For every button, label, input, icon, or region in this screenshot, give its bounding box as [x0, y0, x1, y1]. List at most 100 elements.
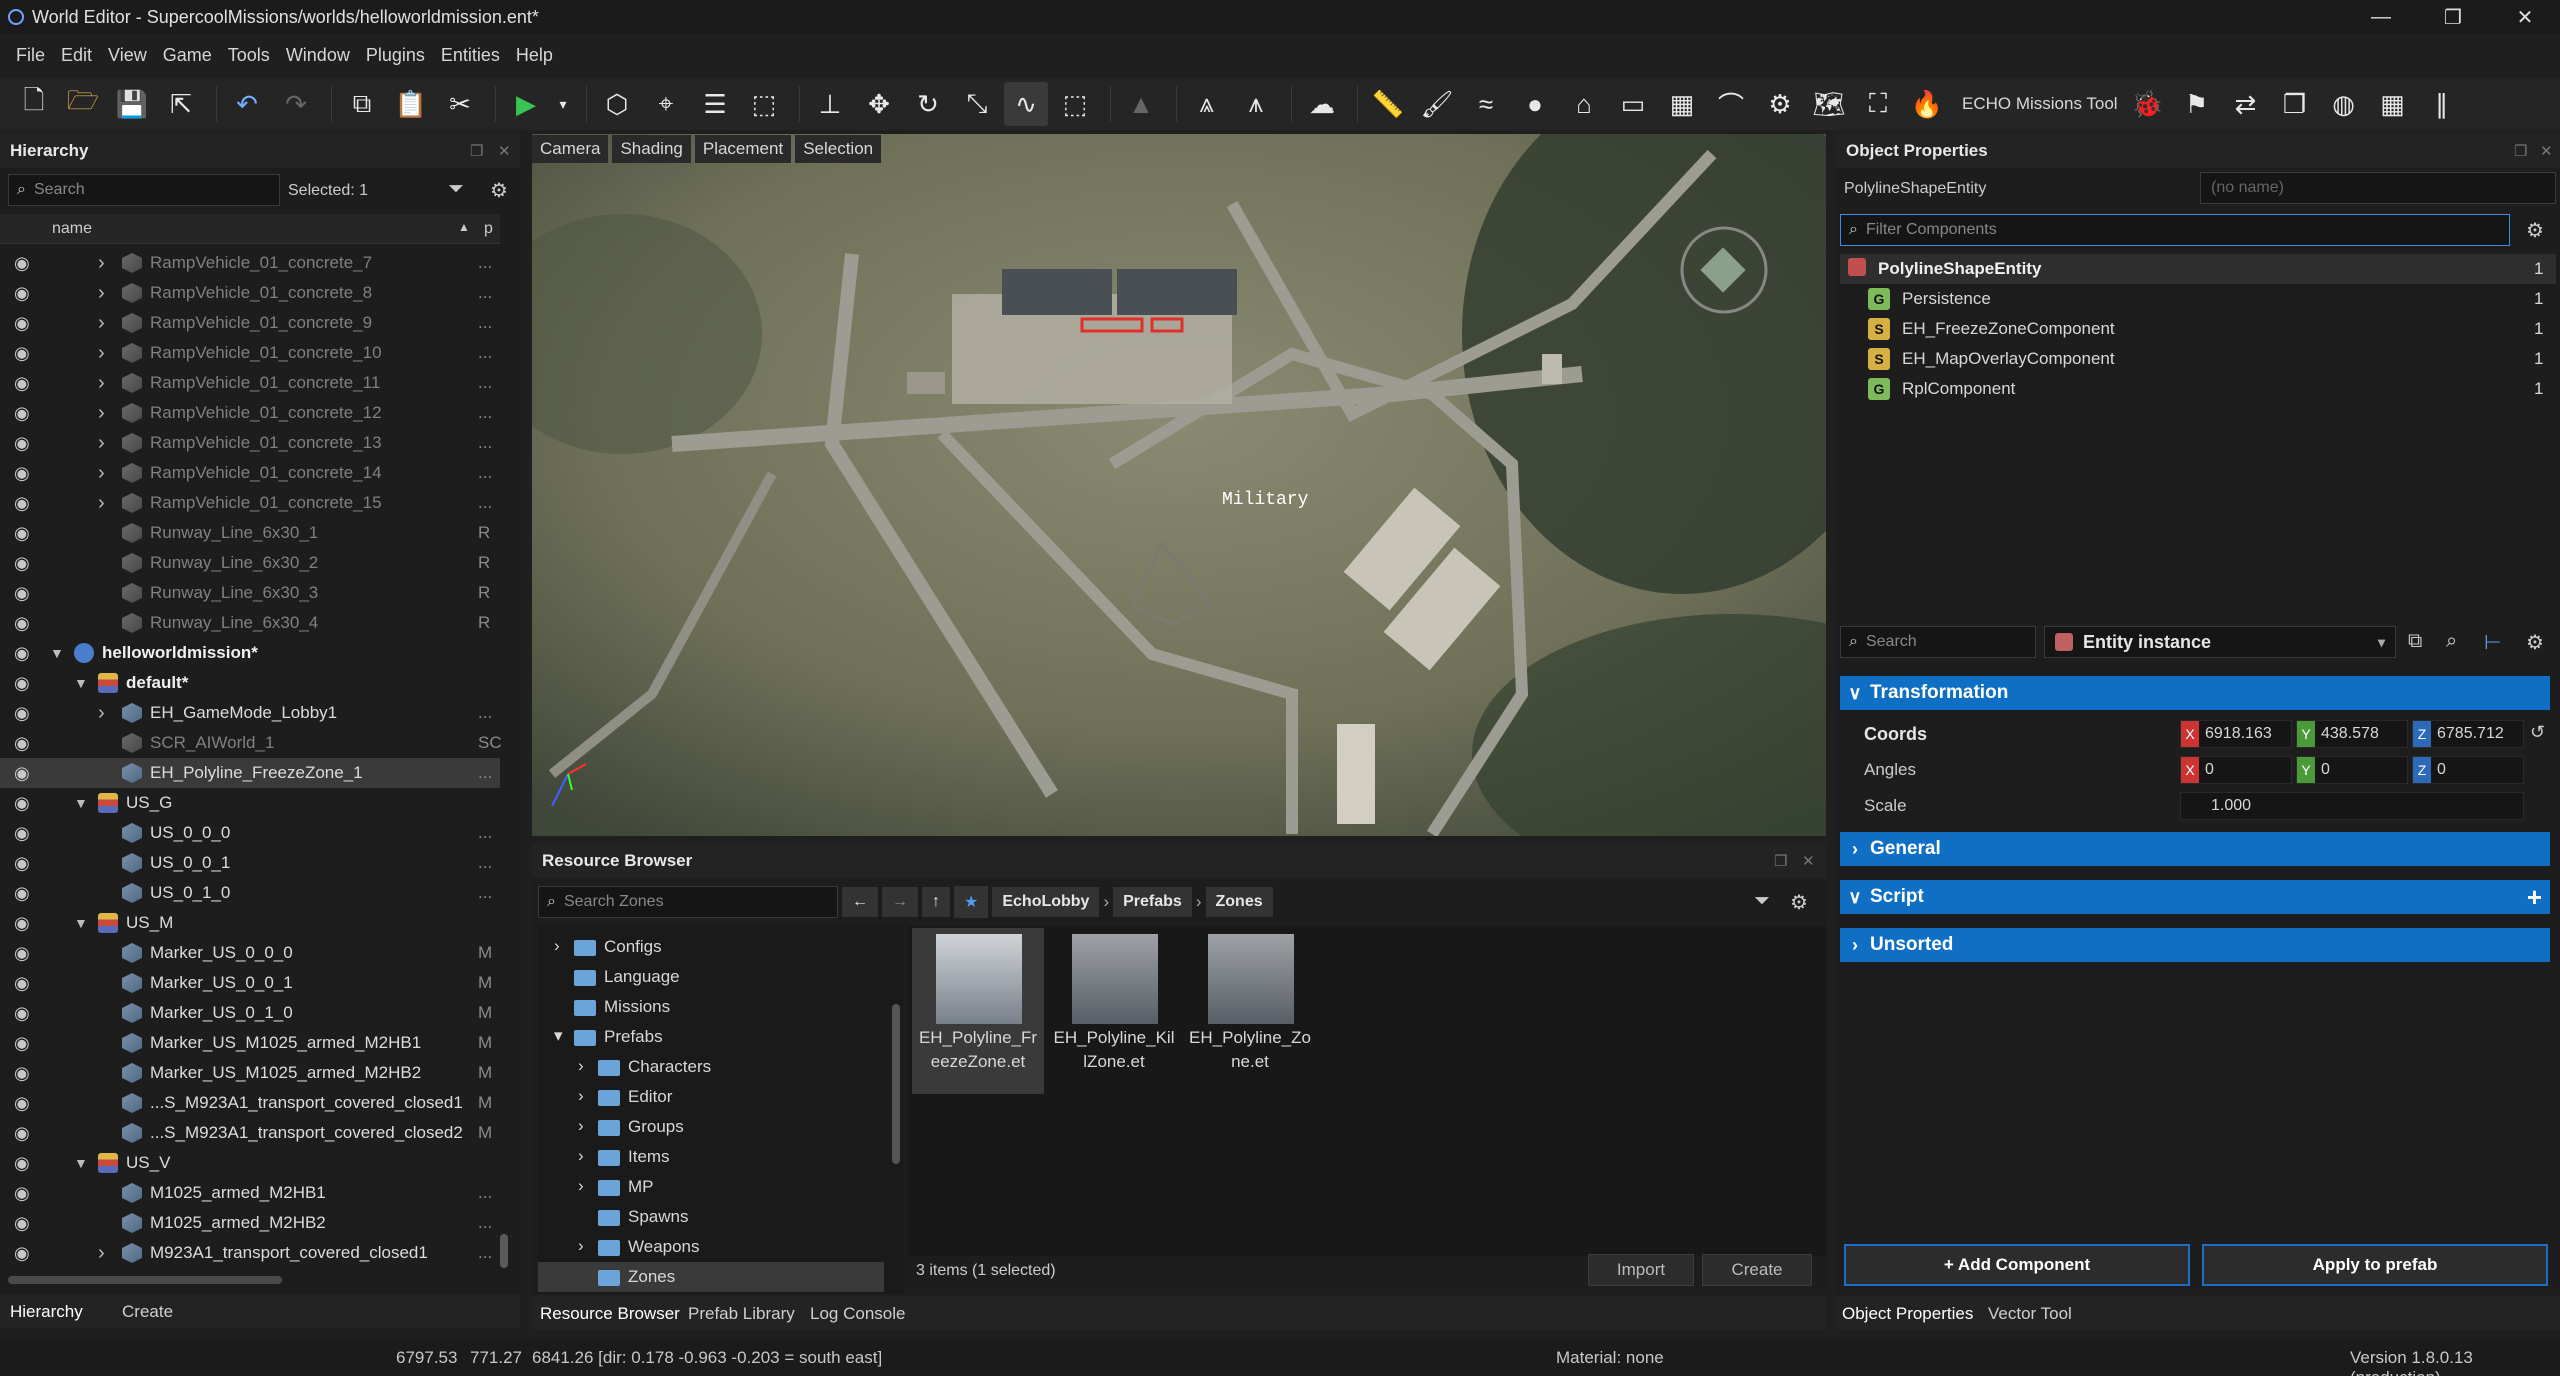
- hierarchy-row[interactable]: ◉ Runway_Line_6x30_1 R: [0, 518, 500, 548]
- building-icon[interactable]: ▦: [1660, 82, 1704, 126]
- props-search-input[interactable]: ⌕ Search: [1840, 626, 2036, 658]
- expand-right-icon[interactable]: ›: [578, 1236, 584, 1256]
- visibility-eye-icon[interactable]: ◉: [14, 1213, 30, 1234]
- play-dropdown-icon[interactable]: ▾: [553, 82, 573, 126]
- menu-file[interactable]: File: [16, 45, 45, 66]
- visibility-eye-icon[interactable]: ◉: [14, 1003, 30, 1024]
- visibility-eye-icon[interactable]: ◉: [14, 1033, 30, 1054]
- prefab-icon[interactable]: ▦: [2371, 82, 2415, 126]
- visibility-eye-icon[interactable]: ◉: [14, 673, 30, 694]
- folder-label[interactable]: Spawns: [628, 1207, 688, 1227]
- visibility-eye-icon[interactable]: ◉: [14, 493, 30, 514]
- selection-box-icon[interactable]: ⬚: [742, 82, 786, 126]
- rotate-icon[interactable]: ↻: [906, 82, 950, 126]
- search-icon[interactable]: ⌕: [2446, 630, 2457, 653]
- hangar-icon[interactable]: ⌒: [1709, 82, 1753, 126]
- menu-view[interactable]: View: [108, 45, 147, 66]
- ruler-icon[interactable]: 📏: [1366, 82, 1410, 126]
- component-label[interactable]: Persistence: [1902, 289, 1991, 309]
- menu-plugins[interactable]: Plugins: [366, 45, 425, 66]
- visibility-eye-icon[interactable]: ◉: [14, 643, 30, 664]
- settings-icon[interactable]: ⚙: [2526, 218, 2544, 243]
- hierarchy-row[interactable]: ◉ ▼ US_M: [0, 908, 500, 938]
- up-icon[interactable]: ↑: [922, 887, 950, 917]
- hierarchy-row[interactable]: ◉ ▼ default*: [0, 668, 500, 698]
- bars-icon[interactable]: ∥: [2420, 82, 2464, 126]
- redo-icon[interactable]: ↷: [274, 82, 318, 126]
- tab-placement[interactable]: Placement: [694, 135, 792, 163]
- expand-right-icon[interactable]: ›: [98, 402, 105, 425]
- visibility-eye-icon[interactable]: ◉: [14, 583, 30, 604]
- section-script[interactable]: ∨ Script +: [1840, 880, 2550, 914]
- hierarchy-row[interactable]: ◉ EH_Polyline_FreezeZone_1...: [0, 758, 500, 788]
- scale-icon[interactable]: ⤡: [955, 82, 999, 126]
- visibility-eye-icon[interactable]: ◉: [14, 853, 30, 874]
- menu-game[interactable]: Game: [163, 45, 212, 66]
- cube-icon[interactable]: ⬡: [595, 82, 639, 126]
- target-icon[interactable]: ⌖: [644, 82, 688, 126]
- expand-right-icon[interactable]: ›: [98, 372, 105, 395]
- visibility-eye-icon[interactable]: ◉: [14, 1183, 30, 1204]
- undock-icon[interactable]: ❐: [2514, 142, 2527, 160]
- marquee-icon[interactable]: ⬚: [1053, 82, 1097, 126]
- sphere-icon[interactable]: ●: [1513, 82, 1557, 126]
- expand-right-icon[interactable]: ›: [98, 462, 105, 485]
- visibility-eye-icon[interactable]: ◉: [14, 1123, 30, 1144]
- folder-label[interactable]: Zones: [628, 1267, 675, 1287]
- hierarchy-row[interactable]: ◉ ...S_M923A1_transport_covered_closed2 M: [0, 1118, 500, 1148]
- folder-label[interactable]: Prefabs: [604, 1027, 663, 1047]
- visibility-eye-icon[interactable]: ◉: [14, 1243, 30, 1264]
- folder-tree-scrollbar[interactable]: [892, 1004, 900, 1164]
- visibility-eye-icon[interactable]: ◉: [14, 883, 30, 904]
- folder-label[interactable]: Configs: [604, 937, 662, 957]
- menu-entities[interactable]: Entities: [441, 45, 500, 66]
- tab-resource-browser[interactable]: Resource Browser: [540, 1304, 680, 1324]
- close-button[interactable]: ✕: [2490, 0, 2560, 34]
- menu-edit[interactable]: Edit: [61, 45, 92, 66]
- expand-down-icon[interactable]: ▼: [74, 915, 88, 931]
- settings-icon[interactable]: ⚙: [490, 178, 508, 203]
- menu-tools[interactable]: Tools: [228, 45, 270, 66]
- expand-down-icon[interactable]: ▼: [74, 1155, 88, 1171]
- expand-right-icon[interactable]: ›: [98, 282, 105, 305]
- menu-help[interactable]: Help: [516, 45, 553, 66]
- expand-right-icon[interactable]: ›: [98, 342, 105, 365]
- weather-icon[interactable]: ☁: [1300, 82, 1344, 126]
- house-icon[interactable]: ⌂: [1562, 82, 1606, 126]
- frame-icon[interactable]: ⛶: [1856, 82, 1900, 126]
- column-name[interactable]: name: [52, 220, 92, 238]
- hierarchy-search-input[interactable]: ⌕ Search: [8, 174, 280, 206]
- visibility-eye-icon[interactable]: ◉: [14, 313, 30, 334]
- fire-icon[interactable]: 🔥: [1905, 82, 1949, 126]
- settings-icon[interactable]: ⚙: [2526, 630, 2544, 655]
- tab-camera[interactable]: Camera: [532, 135, 609, 163]
- move-icon[interactable]: ✥: [857, 82, 901, 126]
- tab-selection[interactable]: Selection: [795, 135, 882, 163]
- hierarchy-hscrollbar[interactable]: [8, 1276, 282, 1284]
- expand-right-icon[interactable]: ›: [98, 432, 105, 455]
- undock-icon[interactable]: ❐: [470, 142, 483, 160]
- visibility-eye-icon[interactable]: ◉: [14, 403, 30, 424]
- add-component-button[interactable]: + Add Component: [1844, 1244, 2190, 1286]
- angles-x-field[interactable]: X0: [2180, 756, 2292, 784]
- visibility-eye-icon[interactable]: ◉: [14, 433, 30, 454]
- tab-vector-tool[interactable]: Vector Tool: [1988, 1304, 2072, 1324]
- hierarchy-row[interactable]: ◉ › EH_GameMode_Lobby1...: [0, 698, 500, 728]
- apply-to-prefab-button[interactable]: Apply to prefab: [2202, 1244, 2548, 1286]
- reset-icon[interactable]: ↺: [2530, 722, 2545, 743]
- crumb-zones[interactable]: Zones: [1205, 887, 1273, 917]
- asset-tile[interactable]: EH_Polyline_Kil lZone.et: [1048, 928, 1180, 1094]
- hierarchy-row[interactable]: ◉ ▼ US_V: [0, 1148, 500, 1178]
- folder-label[interactable]: MP: [628, 1177, 654, 1197]
- bug-icon[interactable]: 🐞: [2126, 82, 2170, 126]
- settings-icon[interactable]: ⚙: [1790, 890, 1808, 915]
- hierarchy-row[interactable]: ◉ SCR_AIWorld_1 SC: [0, 728, 502, 758]
- hierarchy-row[interactable]: ◉ › RampVehicle_01_concrete_14...: [0, 458, 500, 488]
- folder-label[interactable]: Items: [628, 1147, 670, 1167]
- import-button[interactable]: Import: [1588, 1254, 1694, 1286]
- close-panel-icon[interactable]: ✕: [1802, 852, 1815, 870]
- component-label[interactable]: PolylineShapeEntity: [1878, 259, 2041, 279]
- expand-right-icon[interactable]: ›: [578, 1116, 584, 1136]
- component-label[interactable]: EH_FreezeZoneComponent: [1902, 319, 2115, 339]
- entity-name-field[interactable]: (no name): [2200, 172, 2556, 204]
